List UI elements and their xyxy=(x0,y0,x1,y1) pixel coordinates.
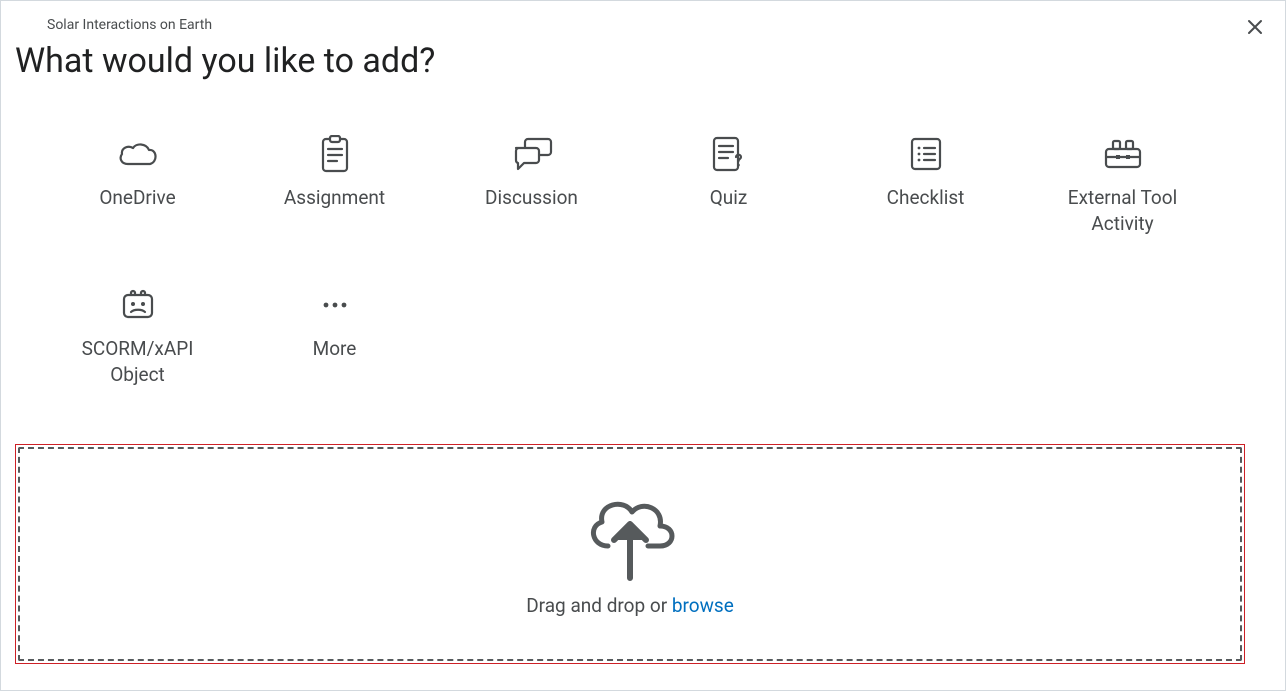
discussion-icon xyxy=(510,136,554,172)
breadcrumb: Solar Interactions on Earth xyxy=(47,17,1245,33)
option-more[interactable]: More xyxy=(238,284,431,387)
option-label: Checklist xyxy=(887,185,965,211)
toolbox-icon xyxy=(1102,137,1144,171)
option-label: External Tool Activity xyxy=(1038,185,1208,236)
cloud-icon xyxy=(116,140,160,168)
option-discussion[interactable]: Discussion xyxy=(435,133,628,236)
option-label: Quiz xyxy=(710,185,748,211)
option-scorm[interactable]: SCORM/xAPI Object xyxy=(41,284,234,387)
add-content-dialog: Solar Interactions on Earth What would y… xyxy=(0,0,1286,691)
options-grid: OneDrive Assignment xyxy=(15,109,1245,408)
file-dropzone[interactable]: Drag and drop or browse xyxy=(18,447,1242,661)
close-button[interactable] xyxy=(1247,19,1263,35)
browse-link[interactable]: browse xyxy=(672,594,734,617)
option-label: More xyxy=(313,336,357,362)
option-assignment[interactable]: Assignment xyxy=(238,133,431,236)
option-label: Discussion xyxy=(485,185,578,211)
option-checklist[interactable]: Checklist xyxy=(829,133,1022,236)
page-title: What would you like to add? xyxy=(15,41,1245,81)
scorm-icon xyxy=(121,289,155,321)
checklist-icon xyxy=(909,136,943,172)
dropzone-prefix: Drag and drop or xyxy=(526,594,672,617)
quiz-icon xyxy=(711,135,747,173)
option-onedrive[interactable]: OneDrive xyxy=(41,133,234,236)
close-icon xyxy=(1247,19,1263,35)
option-label: Assignment xyxy=(284,185,385,211)
option-label: OneDrive xyxy=(99,185,175,211)
option-external-tool[interactable]: External Tool Activity xyxy=(1026,133,1219,236)
assignment-icon xyxy=(318,135,352,173)
dropzone-highlight: Drag and drop or browse xyxy=(15,444,1245,664)
more-icon xyxy=(318,300,352,310)
dropzone-text: Drag and drop or browse xyxy=(526,594,734,617)
option-quiz[interactable]: Quiz xyxy=(632,133,825,236)
cloud-upload-icon xyxy=(578,490,682,584)
option-label: SCORM/xAPI Object xyxy=(53,336,223,387)
